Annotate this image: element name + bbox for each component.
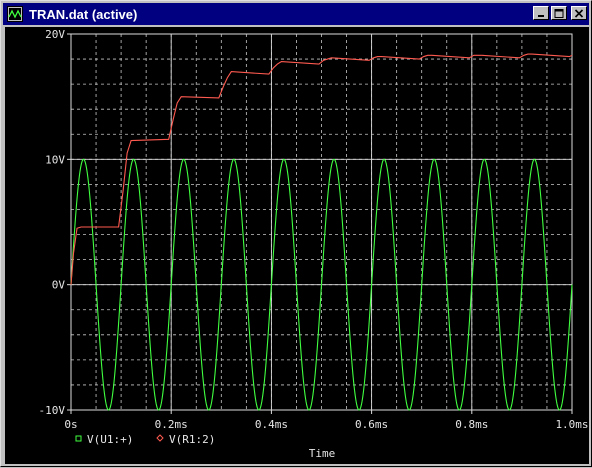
y-tick-label: 0V <box>52 279 66 292</box>
x-axis-label: Time <box>309 447 336 460</box>
x-tick-label: 1.0ms <box>555 418 588 431</box>
x-tick-label: 0.2ms <box>155 418 188 431</box>
probe-window: TRAN.dat (active) 20V 10V 0V -10V 0s 0.2ms 0.4… <box>0 0 592 467</box>
legend-marker-diamond <box>156 434 164 442</box>
probe-app-icon[interactable] <box>7 6 23 22</box>
y-tick-label: 20V <box>45 28 65 41</box>
waveform-plot[interactable]: 20V 10V 0V -10V0s 0.2ms 0.4ms 0.6ms 0.8ms 1.0ms V… <box>5 27 589 464</box>
title-bar[interactable]: TRAN.dat (active) <box>3 3 589 25</box>
legend-marker-square <box>75 435 82 442</box>
window-title: TRAN.dat (active) <box>29 6 138 22</box>
close-icon <box>574 8 584 18</box>
x-tick-label: 0.8ms <box>455 418 488 431</box>
y-tick-label: -10V <box>39 404 66 417</box>
x-tick-label: 0.4ms <box>255 418 288 431</box>
y-tick-label: 10V <box>45 153 65 166</box>
maximize-icon <box>554 8 564 18</box>
plot-area[interactable]: 20V 10V 0V -10V 0s 0.2ms 0.4ms 0.6ms 0.8ms 1.0ms V… <box>5 27 589 464</box>
minimize-icon <box>538 14 544 17</box>
minimize-button[interactable] <box>533 6 549 20</box>
x-tick-label: 0s <box>64 418 77 431</box>
x-tick-label: 0.6ms <box>355 418 388 431</box>
legend-label-output: V(R1:2) <box>169 433 215 446</box>
close-button[interactable] <box>571 6 587 20</box>
maximize-button[interactable] <box>551 6 567 20</box>
legend-label-source: V(U1:+) <box>87 433 133 446</box>
